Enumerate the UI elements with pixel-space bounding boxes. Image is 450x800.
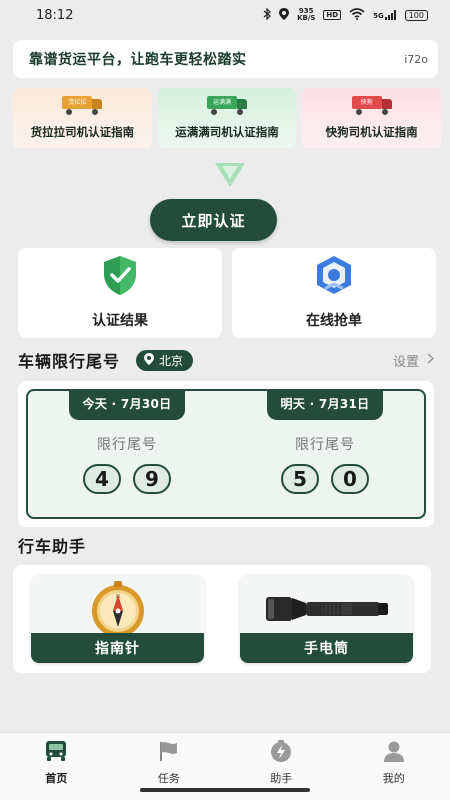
tool-label: 手电筒 [240, 633, 413, 663]
wifi-icon [349, 7, 365, 23]
truck-icon: 货拉拉 [62, 96, 103, 115]
compass-tool[interactable]: N 指南针 [31, 575, 204, 663]
limit-digits: 4 9 [83, 464, 171, 494]
signal-icon: 5G [373, 10, 397, 20]
chevron-right-icon [427, 352, 435, 368]
compass-icon: N [31, 579, 204, 639]
guide-card-huolala[interactable]: 货拉拉 货拉拉司机认证指南 [13, 88, 152, 148]
lightning-icon [269, 739, 293, 767]
battery-icon: 100 [404, 9, 428, 21]
limit-label: 限行尾号 [97, 437, 157, 453]
location-icon [279, 7, 290, 23]
guide-label: 快狗司机认证指南 [325, 125, 418, 139]
slogan-banner: 靠谱货运平台，让跑车更轻松踏实 i72o [13, 40, 438, 78]
online-grab-order-card[interactable]: 在线抢单 [232, 248, 436, 338]
arrow-down-icon [215, 163, 245, 187]
signal-type: 5G [373, 12, 384, 20]
guide-label: 运满满司机认证指南 [175, 125, 279, 139]
shield-check-icon [100, 254, 140, 300]
status-icons: 935 KB/S HD 5G 100 [263, 7, 428, 23]
limit-digit: 4 [83, 464, 121, 494]
plate-day-tomorrow: 明天 · 7月31日 限行尾号 5 0 [226, 389, 424, 517]
status-time: 18:12 [36, 7, 74, 23]
city-name: 北京 [159, 353, 184, 368]
truck-icon: 快狗 [351, 96, 392, 115]
network-speed: 935 KB/S [297, 8, 315, 22]
truck-tag: 货拉拉 [62, 96, 93, 109]
truck-tag: 运满满 [207, 96, 237, 109]
flag-icon [157, 739, 181, 767]
location-pin-icon [144, 352, 155, 368]
plate-restriction-title: 车辆限行尾号 [18, 352, 121, 371]
truck-tag: 快狗 [351, 96, 382, 109]
tab-label: 任务 [157, 772, 180, 785]
plate-restriction-card: 今天 · 7月30日 限行尾号 4 9 明天 · 7月31日 限行尾号 5 0 [18, 381, 434, 527]
hd-badge: HD [323, 10, 342, 20]
svg-text:N: N [116, 594, 120, 600]
limit-digit: 5 [281, 464, 319, 494]
feature-label: 认证结果 [92, 313, 148, 329]
certify-now-button[interactable]: 立即认证 [150, 199, 277, 241]
home-indicator [140, 788, 310, 792]
badge-icon [312, 254, 356, 300]
driving-assistant-title: 行车助手 [18, 537, 87, 556]
flashlight-tool[interactable]: 手电筒 [240, 575, 413, 663]
tab-label: 我的 [382, 772, 405, 785]
feature-row: 认证结果 在线抢单 [18, 248, 436, 338]
tab-profile[interactable]: 我的 [338, 733, 450, 800]
limit-digit: 9 [133, 464, 171, 494]
guide-label: 货拉拉司机认证指南 [30, 125, 135, 139]
city-selector[interactable]: 北京 [136, 349, 194, 371]
tool-label: 指南针 [31, 633, 204, 663]
guide-card-yunmanman[interactable]: 运满满 运满满司机认证指南 [157, 88, 297, 148]
date-tag: 今天 · 7月30日 [68, 389, 186, 420]
tab-label: 首页 [45, 772, 68, 785]
certification-result-card[interactable]: 认证结果 [18, 248, 222, 338]
limit-digit: 0 [331, 464, 369, 494]
slogan-text: 靠谱货运平台，让跑车更轻松踏实 [29, 52, 247, 68]
bluetooth-icon [263, 7, 271, 23]
flashlight-icon [240, 579, 413, 639]
network-speed-unit: KB/S [297, 14, 316, 22]
status-bar: 18:12 935 KB/S HD 5G 100 [0, 0, 450, 30]
person-icon [382, 739, 406, 767]
plate-restriction-panel: 今天 · 7月30日 限行尾号 4 9 明天 · 7月31日 限行尾号 5 0 [26, 389, 426, 519]
truck-icon [44, 739, 68, 767]
plate-restriction-header: 车辆限行尾号 北京 设置 [18, 346, 435, 374]
settings-label: 设置 [392, 354, 419, 370]
limit-label: 限行尾号 [295, 437, 355, 453]
tab-home[interactable]: 首页 [0, 733, 113, 800]
tab-label: 助手 [270, 772, 293, 785]
limit-digits: 5 0 [281, 464, 369, 494]
plate-day-today: 今天 · 7月30日 限行尾号 4 9 [28, 389, 226, 517]
settings-link[interactable]: 设置 [392, 351, 435, 370]
guide-card-kuaigou[interactable]: 快狗 快狗司机认证指南 [302, 88, 442, 148]
guide-row: 货拉拉 货拉拉司机认证指南 运满满 运满满司机认证指南 快狗 快狗司机认证指南 [13, 88, 442, 148]
date-tag: 明天 · 7月31日 [266, 389, 384, 420]
slogan-count: i72o [404, 52, 428, 66]
feature-label: 在线抢单 [306, 313, 362, 329]
truck-icon: 运满满 [207, 96, 247, 115]
driving-assistant-card: N 指南针 手电筒 [13, 565, 431, 673]
